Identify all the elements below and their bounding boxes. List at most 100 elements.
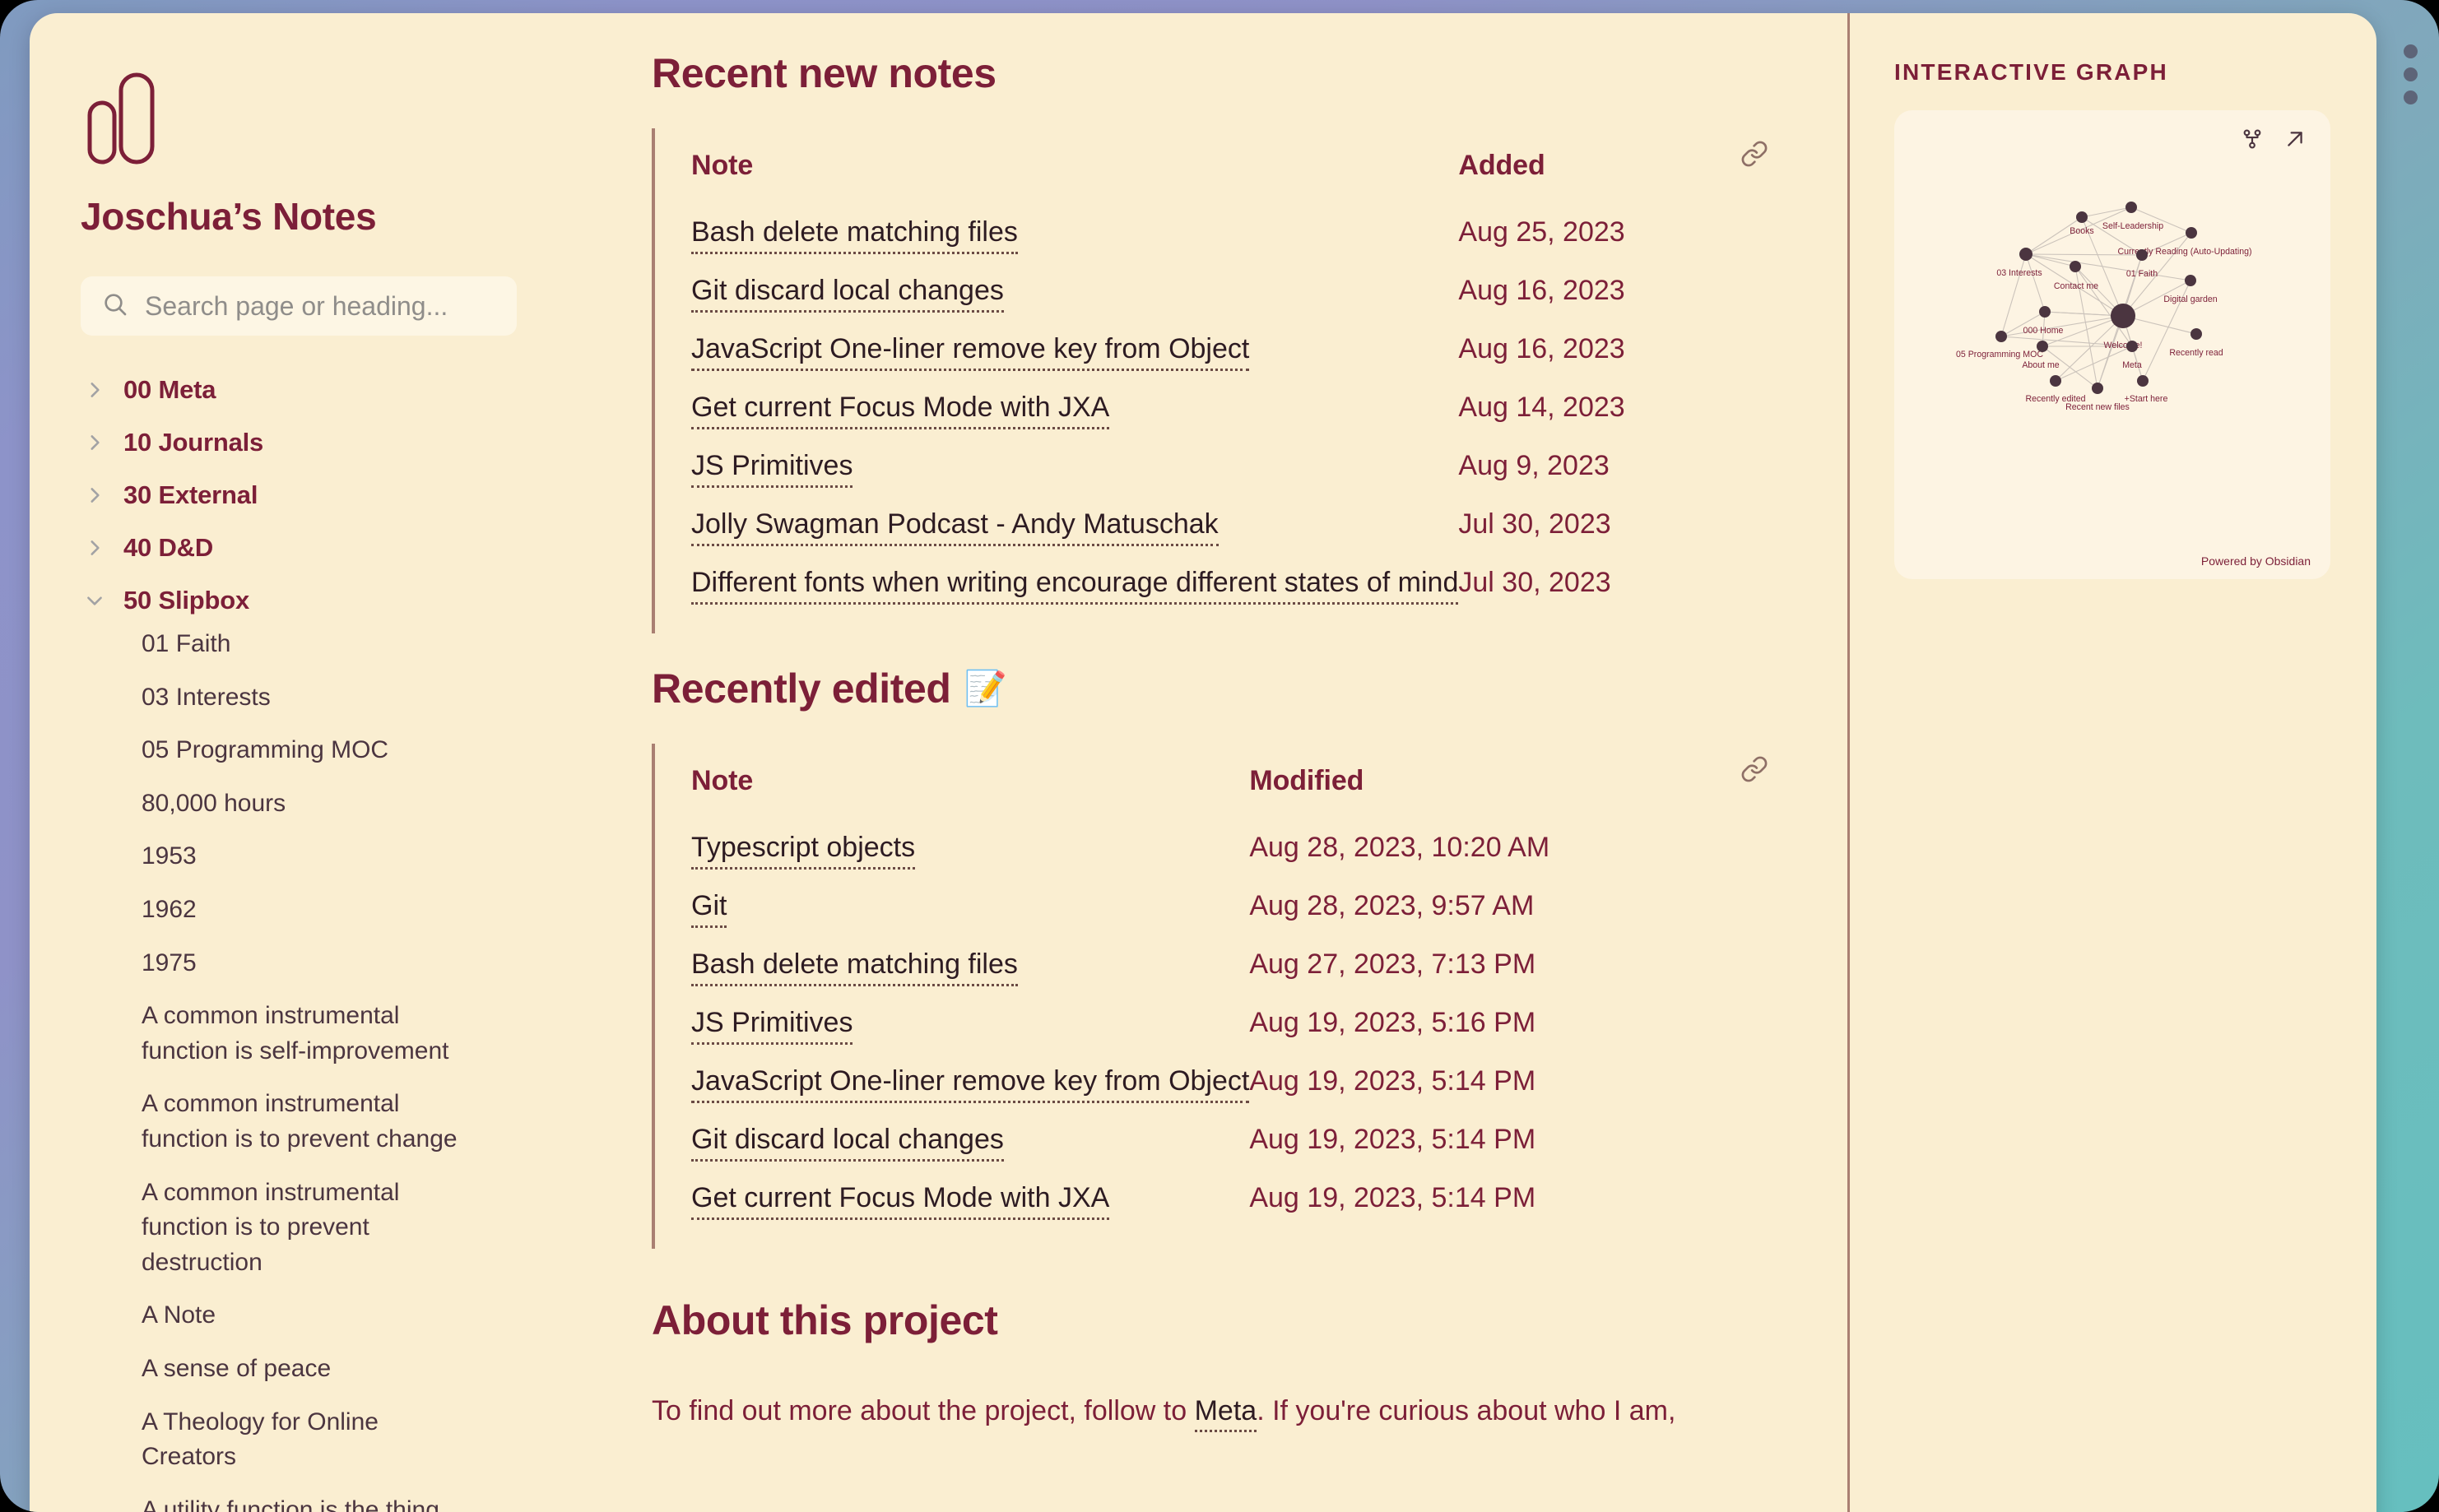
sidebar-folder-50-slipbox[interactable]: 50 Slipbox bbox=[81, 574, 573, 627]
note-link[interactable]: Jolly Swagman Podcast - Andy Matuschak bbox=[691, 508, 1219, 546]
search-input[interactable] bbox=[145, 290, 495, 322]
link-icon[interactable] bbox=[1740, 140, 1768, 172]
note-link[interactable]: Get current Focus Mode with JXA bbox=[691, 1182, 1110, 1220]
graph-node-label: 05 Programming MOC bbox=[1956, 350, 2043, 359]
note-link[interactable]: Git discard local changes bbox=[691, 1124, 1004, 1162]
graph-edge bbox=[2025, 253, 2046, 313]
graph-node-label: +Start here bbox=[2125, 394, 2168, 404]
sidebar-item-05-programming-moc[interactable]: 05 Programming MOC bbox=[81, 733, 467, 768]
graph-node[interactable] bbox=[2037, 341, 2048, 352]
sidebar-item-self-improvement[interactable]: A common instrumental function is self-i… bbox=[81, 999, 467, 1069]
note-modified-date: Aug 19, 2023, 5:16 PM bbox=[1249, 1007, 1536, 1038]
note-link[interactable]: Bash delete matching files bbox=[691, 216, 1018, 254]
sidebar-item-prevent-destruction[interactable]: A common instrumental function is to pre… bbox=[81, 1176, 467, 1281]
note-link[interactable]: Different fonts when writing encourage d… bbox=[691, 567, 1459, 605]
table-row: Get current Focus Mode with JXA Aug 14, … bbox=[691, 378, 1798, 437]
table-row: Git discard local changes Aug 16, 2023 bbox=[691, 262, 1798, 320]
graph-node[interactable] bbox=[2136, 249, 2148, 261]
chevron-right-icon bbox=[84, 432, 105, 453]
note-link[interactable]: JS Primitives bbox=[691, 450, 853, 488]
about-paragraph: To find out more about the project, foll… bbox=[652, 1390, 1798, 1432]
graph-node[interactable] bbox=[2185, 275, 2196, 286]
sidebar-item-1975[interactable]: 1975 bbox=[81, 946, 467, 981]
graph-node[interactable] bbox=[2050, 375, 2061, 387]
sidebar-folder-label: 00 Meta bbox=[123, 375, 216, 404]
graph-node[interactable] bbox=[2092, 383, 2103, 394]
sidebar-item-theology-online-creators[interactable]: A Theology for Online Creators bbox=[81, 1405, 467, 1475]
sidebar-folder-30-external[interactable]: 30 External bbox=[81, 469, 573, 522]
about-text-after: . If you're curious about who I am, bbox=[1257, 1395, 1676, 1426]
about-text-before: To find out more about the project, foll… bbox=[652, 1395, 1195, 1426]
obsidian-credit: Powered by Obsidian bbox=[2200, 554, 2311, 568]
about-section: About this project To find out more abou… bbox=[652, 1296, 1798, 1432]
graph-node-label: Recently read bbox=[2169, 348, 2223, 358]
search-bar[interactable] bbox=[81, 276, 517, 336]
note-added-date: Aug 16, 2023 bbox=[1458, 333, 1625, 364]
interactive-graph-card[interactable]: Books Self-Leadership Currently Reading (A… bbox=[1894, 110, 2330, 579]
sidebar-item-a-note[interactable]: A Note bbox=[81, 1298, 467, 1333]
about-heading: About this project bbox=[652, 1297, 998, 1343]
right-panel: INTERACTIVE GRAPH Books Self-Leadership … bbox=[1850, 13, 2376, 1512]
graph-node-label: 01 Faith bbox=[2126, 269, 2158, 279]
table-row: Different fonts when writing encourage d… bbox=[691, 554, 1798, 612]
graph-node[interactable] bbox=[2186, 227, 2197, 239]
graph-node[interactable] bbox=[2019, 248, 2032, 261]
column-header-note: Note bbox=[691, 150, 754, 181]
note-modified-date: Aug 19, 2023, 5:14 PM bbox=[1249, 1124, 1536, 1155]
chevron-right-icon bbox=[84, 379, 105, 401]
graph-node[interactable] bbox=[2190, 328, 2202, 340]
graph-node[interactable] bbox=[2039, 306, 2051, 318]
graph-node[interactable] bbox=[2111, 304, 2135, 328]
graph-node[interactable] bbox=[2076, 211, 2088, 223]
sidebar-folder-10-journals[interactable]: 10 Journals bbox=[81, 416, 573, 469]
note-link[interactable]: JS Primitives bbox=[691, 1007, 853, 1045]
heading-text: Recent new notes bbox=[652, 50, 997, 96]
graph-node[interactable] bbox=[1995, 331, 2007, 342]
recent-new-notes-table: Note Added Bash delete matching files Au… bbox=[691, 128, 1798, 612]
sidebar-item-1953[interactable]: 1953 bbox=[81, 839, 467, 874]
sidebar-item-prevent-change[interactable]: A common instrumental function is to pre… bbox=[81, 1087, 467, 1157]
graph-node-label: 000 Home bbox=[2023, 326, 2064, 336]
sidebar-item-03-interests[interactable]: 03 Interests bbox=[81, 680, 467, 716]
sidebar-folder-40-dnd[interactable]: 40 D&D bbox=[81, 522, 573, 574]
sidebar-folder-label: 30 External bbox=[123, 480, 258, 509]
note-modified-date: Aug 28, 2023, 9:57 AM bbox=[1249, 890, 1535, 921]
graph-node-label: Contact me bbox=[2054, 281, 2098, 291]
recent-new-notes-heading: Recent new notes bbox=[652, 49, 1798, 97]
sidebar-folder-00-meta[interactable]: 00 Meta bbox=[81, 364, 573, 416]
site-logo-icon[interactable] bbox=[87, 72, 155, 165]
sidebar-item-utility-function[interactable]: A utility function is the thing bbox=[81, 1493, 467, 1512]
table-row: Bash delete matching files Aug 25, 2023 bbox=[691, 203, 1798, 262]
note-link[interactable]: JavaScript One-liner remove key from Obj… bbox=[691, 1065, 1250, 1103]
graph-node[interactable] bbox=[2126, 341, 2138, 352]
sidebar-item-1962[interactable]: 1962 bbox=[81, 893, 467, 928]
table-row: JavaScript One-liner remove key from Obj… bbox=[691, 1052, 1798, 1111]
sidebar-item-80000-hours[interactable]: 80,000 hours bbox=[81, 786, 467, 822]
sidebar-item-a-sense-of-peace[interactable]: A sense of peace bbox=[81, 1352, 467, 1387]
note-link[interactable]: Bash delete matching files bbox=[691, 948, 1018, 986]
sidebar-item-01-faith[interactable]: 01 Faith bbox=[81, 627, 467, 662]
device-frame: Joschua’s Notes 00 Meta bbox=[0, 0, 2439, 1512]
note-link[interactable]: Git discard local changes bbox=[691, 275, 1004, 313]
sidebar-folder-label: 50 Slipbox bbox=[123, 586, 250, 615]
knowledge-graph[interactable]: Books Self-LeadershipCurrently Reading (A… bbox=[1894, 110, 2330, 579]
note-link[interactable]: JavaScript One-liner remove key from Obj… bbox=[691, 333, 1250, 371]
graph-node[interactable] bbox=[2125, 202, 2137, 213]
graph-node[interactable] bbox=[2070, 261, 2081, 272]
graph-node-label: Books bbox=[2070, 226, 2093, 236]
recently-edited-table: Note Modified Typescript objects Aug 28,… bbox=[691, 744, 1798, 1227]
note-added-date: Aug 14, 2023 bbox=[1458, 392, 1625, 423]
graph-node[interactable] bbox=[2137, 375, 2149, 387]
note-link[interactable]: Git bbox=[691, 890, 727, 928]
link-icon[interactable] bbox=[1740, 755, 1768, 787]
note-link[interactable]: Typescript objects bbox=[691, 832, 916, 870]
sidebar: Joschua’s Notes 00 Meta bbox=[30, 13, 606, 1512]
note-added-date: Aug 16, 2023 bbox=[1458, 275, 1625, 306]
meta-link[interactable]: Meta bbox=[1194, 1395, 1257, 1432]
note-link[interactable]: Get current Focus Mode with JXA bbox=[691, 392, 1110, 429]
sidebar-nav-tree: 00 Meta 10 Journals 30 External 40 D&D 5… bbox=[81, 364, 573, 1512]
chevron-right-icon bbox=[84, 537, 105, 559]
frame-dot bbox=[2403, 67, 2418, 81]
note-modified-date: Aug 19, 2023, 5:14 PM bbox=[1249, 1065, 1536, 1097]
note-modified-date: Aug 19, 2023, 5:14 PM bbox=[1249, 1182, 1536, 1213]
